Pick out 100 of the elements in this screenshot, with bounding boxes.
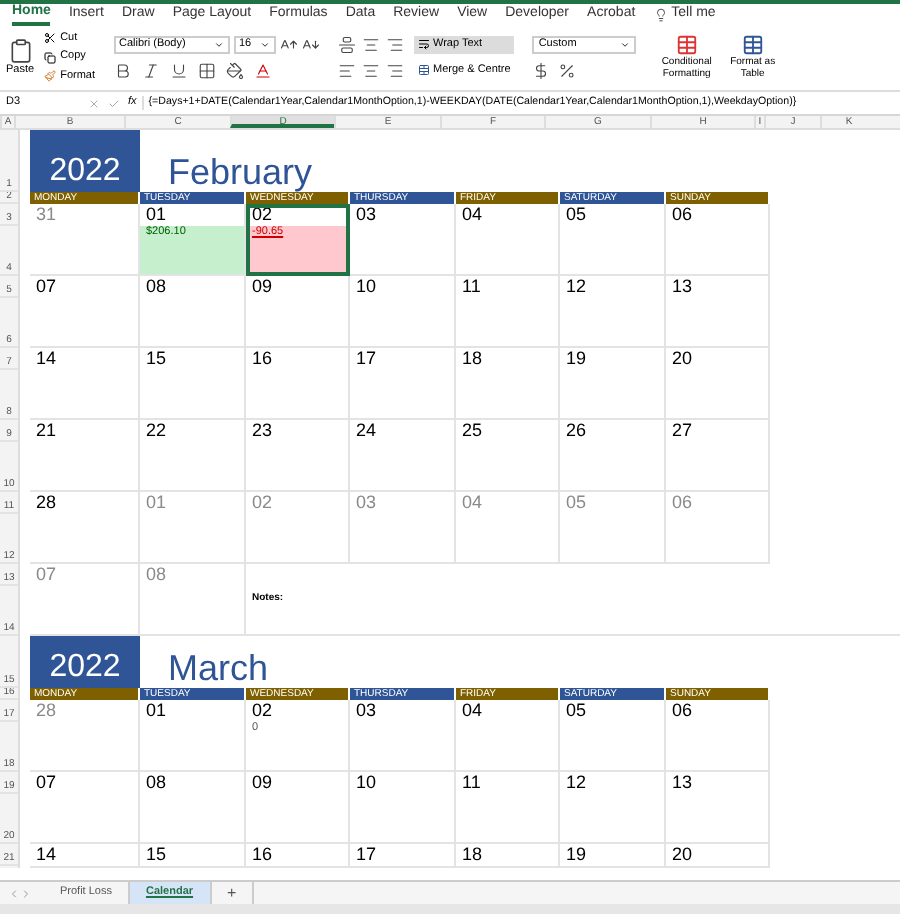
day-number: 28 (34, 492, 59, 514)
day-cell[interactable]: 14 (30, 844, 140, 868)
day-cell[interactable]: 12 (560, 772, 666, 844)
day-cell[interactable]: 18 (456, 844, 560, 868)
day-cell[interactable]: 03 (350, 700, 456, 772)
day-cell[interactable]: 16 (246, 348, 350, 420)
currency-icon[interactable] (532, 61, 551, 79)
day-cell[interactable]: 08 (140, 276, 246, 348)
day-number: 27 (670, 420, 695, 442)
day-cell[interactable]: 06 (666, 492, 770, 564)
day-cell[interactable]: 07 (30, 276, 140, 348)
day-cell[interactable]: 08 (140, 772, 246, 844)
day-cell[interactable]: 17 (350, 844, 456, 868)
day-cell[interactable]: 11 (456, 276, 560, 348)
day-cell[interactable]: 21 (30, 420, 140, 492)
day-number: 07 (34, 276, 59, 298)
day-number: 08 (144, 564, 169, 586)
day-cell[interactable]: 13 (666, 772, 770, 844)
day-number: 04 (460, 700, 485, 722)
day-cell[interactable]: 13 (666, 276, 770, 348)
chevron-down-icon[interactable] (259, 39, 269, 49)
align-bottom-icon[interactable] (385, 35, 403, 53)
day-cell[interactable]: 09 (246, 276, 350, 348)
day-cell[interactable]: 04 (456, 204, 560, 276)
align-right-icon[interactable] (385, 61, 403, 79)
table-icon (675, 34, 698, 56)
day-cell[interactable]: 19 (560, 348, 666, 420)
day-cell[interactable]: 15 (140, 348, 246, 420)
day-cell[interactable]: 28 (30, 492, 140, 564)
day-number: 08 (144, 276, 169, 298)
day-number: 31 (34, 204, 59, 226)
paste-icon[interactable] (7, 37, 34, 63)
day-cell[interactable]: 10 (350, 276, 456, 348)
scroll-right-icon (20, 887, 32, 899)
day-cell[interactable]: 03 (350, 204, 456, 276)
cancel-icon (88, 97, 100, 109)
year-banner: 2022 (30, 636, 140, 688)
align-middle-icon[interactable] (361, 35, 379, 53)
day-cell[interactable]: 01 (140, 700, 246, 772)
day-number: 03 (354, 700, 379, 722)
bold-icon[interactable] (113, 61, 131, 79)
day-number: 06 (670, 204, 695, 226)
day-cell[interactable]: 09 (246, 772, 350, 844)
day-cell[interactable]: 16 (246, 844, 350, 868)
day-number: 06 (670, 700, 695, 722)
day-cell[interactable]: 05 (560, 204, 666, 276)
day-cell[interactable]: 11 (456, 772, 560, 844)
day-number: 10 (354, 276, 379, 298)
day-cell[interactable]: 15 (140, 844, 246, 868)
day-cell[interactable]: 06 (666, 204, 770, 276)
day-number: 23 (250, 420, 275, 442)
day-number: 05 (564, 700, 589, 722)
underline-icon[interactable] (169, 61, 187, 79)
day-number: 16 (250, 348, 275, 370)
day-cell[interactable]: 18 (456, 348, 560, 420)
day-cell[interactable]: 10 (350, 772, 456, 844)
day-cell[interactable]: 14 (30, 348, 140, 420)
align-center-icon[interactable] (361, 61, 379, 79)
day-number: 12 (564, 276, 589, 298)
merge-icon (417, 64, 429, 76)
chevron-down-icon[interactable] (620, 39, 631, 49)
day-number: 05 (564, 204, 589, 226)
enter-icon (108, 97, 120, 109)
day-number: 11 (460, 772, 483, 794)
day-number: 13 (670, 276, 695, 298)
day-cell[interactable]: 20 (666, 844, 770, 868)
day-cell[interactable]: 07 (30, 772, 140, 844)
day-cell[interactable]: 17 (350, 348, 456, 420)
scroll-left-icon (8, 887, 20, 899)
day-number: 02 (250, 204, 275, 226)
chevron-down-icon[interactable] (213, 39, 223, 49)
fill-color-icon[interactable] (225, 61, 243, 79)
wrap-text-icon (417, 38, 429, 50)
day-number: 05 (564, 492, 589, 514)
shrink-font-icon[interactable] (301, 35, 319, 53)
day-cell[interactable]: 19 (560, 844, 666, 868)
percent-icon[interactable] (558, 61, 577, 79)
day-number: 07 (34, 772, 59, 794)
day-cell[interactable]: 05 (560, 700, 666, 772)
month-title: February (168, 154, 313, 192)
borders-icon[interactable] (197, 61, 215, 79)
day-cell[interactable]: 22 (140, 420, 246, 492)
day-number: 02 (250, 700, 275, 722)
grow-font-icon[interactable] (279, 35, 297, 53)
day-number: 03 (354, 204, 379, 226)
day-cell[interactable]: 06 (666, 700, 770, 772)
day-cell[interactable]: 25 (456, 420, 560, 492)
day-cell[interactable]: 20 (666, 348, 770, 420)
align-left-icon[interactable] (337, 61, 355, 79)
day-cell[interactable]: 27 (666, 420, 770, 492)
day-cell[interactable]: 12 (560, 276, 666, 348)
day-cell[interactable]: 04 (456, 700, 560, 772)
italic-icon[interactable] (141, 61, 159, 79)
day-number: 10 (354, 772, 379, 794)
align-top-icon[interactable] (337, 35, 355, 53)
day-cell[interactable]: 26 (560, 420, 666, 492)
day-cell[interactable]: 23 (246, 420, 350, 492)
day-number: 18 (460, 348, 485, 370)
font-color-icon[interactable] (253, 61, 271, 79)
day-cell[interactable]: 24 (350, 420, 456, 492)
